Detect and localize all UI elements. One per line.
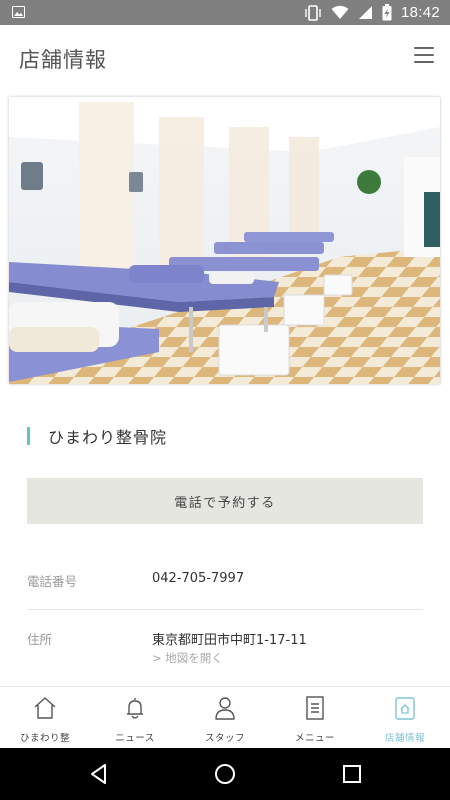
tab-store-info[interactable]: 店舗情報 [360,687,450,748]
vibrate-icon [305,4,321,21]
back-icon[interactable] [87,762,111,786]
clinic-name-row: ひまわり整骨院 [27,425,167,447]
recents-icon[interactable] [340,762,364,786]
home-button-icon[interactable] [213,762,237,786]
accent-bar [27,427,30,445]
tab-news[interactable]: ニュース [90,687,180,748]
tab-store-info-label: 店舗情報 [384,733,425,744]
tab-home[interactable]: ひまわり整 [0,687,90,748]
tab-menu-label: メニュー [294,733,335,744]
clinic-treatment-room-image [9,97,440,384]
bottom-tab-bar: ひまわり整 ニュース スタッフ メニュー 店舗情報 [0,686,450,748]
call-reservation-button[interactable]: 電話で予約する [27,478,423,524]
person-icon [215,697,235,720]
document-icon [306,696,324,720]
signal-icon [358,6,372,19]
home-icon [34,697,56,719]
status-time: 18:42 [400,4,440,21]
open-map-link[interactable]: > 地図を開く [152,650,223,666]
wifi-icon [331,5,349,19]
clinic-name: ひまわり整骨院 [48,428,168,447]
tab-news-label: ニュース [115,733,155,744]
phone-label: 電話番号 [27,574,78,589]
page-title: 店舗情報 [19,48,107,72]
store-icon [395,697,415,720]
phone-number[interactable]: 042-705-7997 [152,571,244,586]
gallery-icon [12,6,25,18]
address-label: 住所 [27,632,53,647]
tab-staff-label: スタッフ [204,733,245,744]
address-value: 東京都町田市中町1-17-11 [152,633,307,648]
status-bar: 18:42 [0,0,450,25]
clinic-photo [9,97,440,384]
bell-icon [127,698,143,719]
app-header: 店舗情報 [0,25,450,87]
tab-home-label: ひまわり整 [19,733,70,744]
hamburger-menu-icon[interactable] [414,47,434,63]
tab-menu[interactable]: メニュー [270,687,360,748]
battery-charging-icon [382,4,392,21]
status-icons: 18:42 [304,0,440,25]
tab-staff[interactable]: スタッフ [180,687,270,748]
phone-row: 電話番号 042-705-7997 [27,570,423,610]
system-nav-bar [0,748,450,800]
